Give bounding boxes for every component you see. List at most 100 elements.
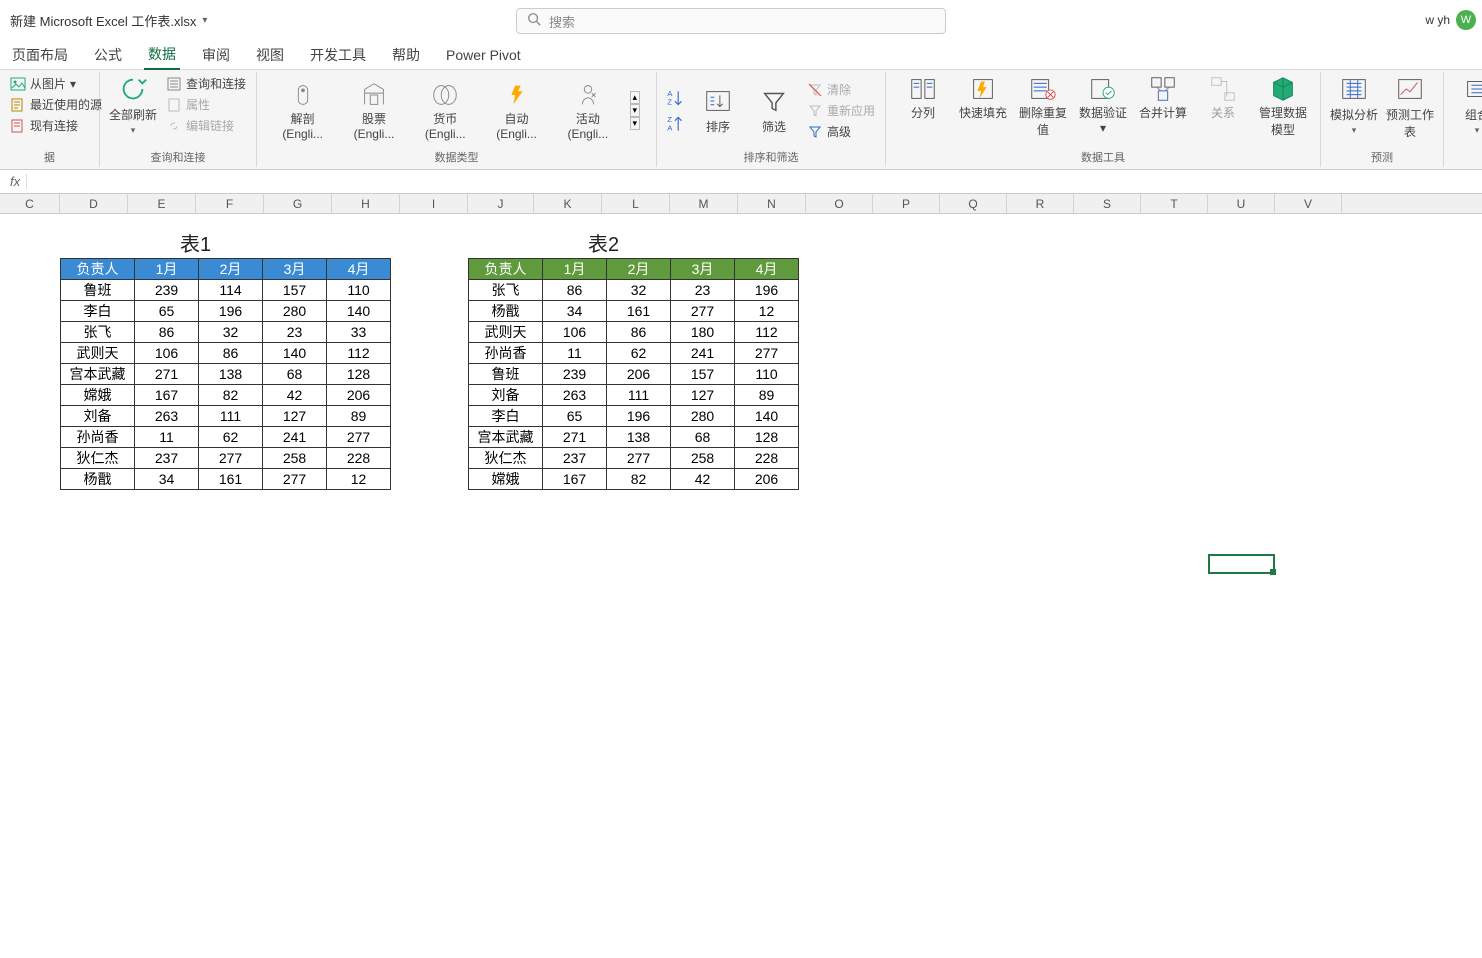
table-cell[interactable]: 128 [735,427,799,448]
search-box[interactable]: 搜索 [516,8,946,34]
table-cell[interactable]: 127 [263,406,327,427]
table-header[interactable]: 3月 [263,259,327,280]
table-cell[interactable]: 65 [135,301,199,322]
col-header-N[interactable]: N [738,194,806,213]
table-cell[interactable]: 277 [263,469,327,490]
table-cell[interactable]: 114 [199,280,263,301]
table-cell[interactable]: 鲁班 [61,280,135,301]
table-cell[interactable]: 86 [543,280,607,301]
datatype-1[interactable]: 股票 (Engli... [344,80,403,141]
col-header-M[interactable]: M [670,194,738,213]
forecast-sheet-button[interactable]: 预测工作表 [1385,74,1435,140]
table-cell[interactable]: 33 [327,322,391,343]
table-cell[interactable]: 34 [543,301,607,322]
table-cell[interactable]: 196 [735,280,799,301]
tab-帮助[interactable]: 帮助 [388,41,424,69]
datatype-more[interactable]: ▾ [630,117,641,130]
table-cell[interactable]: 狄仁杰 [469,448,543,469]
table-cell[interactable]: 34 [135,469,199,490]
tab-页面布局[interactable]: 页面布局 [8,41,72,69]
col-header-E[interactable]: E [128,194,196,213]
table-cell[interactable]: 孙尚香 [469,343,543,364]
table-cell[interactable]: 杨戬 [469,301,543,322]
table-cell[interactable]: 112 [735,322,799,343]
table-cell[interactable]: 161 [199,469,263,490]
from-picture-button[interactable]: 从图片 ▾ [8,74,104,93]
col-header-Q[interactable]: Q [940,194,1007,213]
table-cell[interactable]: 狄仁杰 [61,448,135,469]
table-cell[interactable]: 张飞 [469,280,543,301]
col-header-D[interactable]: D [60,194,128,213]
table-cell[interactable]: 68 [671,427,735,448]
table-cell[interactable]: 李白 [469,406,543,427]
datatype-3[interactable]: 自动 (Engli... [487,80,546,141]
col-header-T[interactable]: T [1141,194,1208,213]
table-cell[interactable]: 138 [607,427,671,448]
col-header-L[interactable]: L [602,194,670,213]
table-cell[interactable]: 62 [607,343,671,364]
tab-数据[interactable]: 数据 [144,40,180,70]
table-cell[interactable]: 167 [135,385,199,406]
table-cell[interactable]: 277 [327,427,391,448]
user-area[interactable]: w yh W [1425,10,1476,30]
table-cell[interactable]: 271 [135,364,199,385]
table-cell[interactable]: 106 [135,343,199,364]
table-cell[interactable]: 62 [199,427,263,448]
datatype-0[interactable]: 解剖 (Engli... [273,80,332,141]
table-cell[interactable]: 263 [135,406,199,427]
table-cell[interactable]: 12 [735,301,799,322]
table-cell[interactable]: 258 [671,448,735,469]
sort-az-icon[interactable]: AZ [665,87,687,109]
fill-handle[interactable] [1270,569,1276,575]
col-header-I[interactable]: I [400,194,468,213]
col-header-G[interactable]: G [264,194,332,213]
table-cell[interactable]: 杨戬 [61,469,135,490]
table-cell[interactable]: 68 [263,364,327,385]
tab-公式[interactable]: 公式 [90,41,126,69]
tab-视图[interactable]: 视图 [252,41,288,69]
col-header-V[interactable]: V [1275,194,1342,213]
table-cell[interactable]: 280 [263,301,327,322]
table-cell[interactable]: 65 [543,406,607,427]
table-cell[interactable]: 刘备 [61,406,135,427]
table-cell[interactable]: 106 [543,322,607,343]
table-header[interactable]: 4月 [735,259,799,280]
table-cell[interactable]: 140 [327,301,391,322]
table-header[interactable]: 1月 [135,259,199,280]
tab-开发工具[interactable]: 开发工具 [306,41,370,69]
recent-sources-button[interactable]: 最近使用的源 [8,95,104,114]
tab-Power Pivot[interactable]: Power Pivot [442,43,525,67]
table-cell[interactable]: 23 [263,322,327,343]
table-cell[interactable]: 112 [327,343,391,364]
col-header-P[interactable]: P [873,194,940,213]
table-cell[interactable]: 239 [543,364,607,385]
table-cell[interactable]: 111 [199,406,263,427]
flash-fill-button[interactable]: 快速填充 [954,74,1012,121]
table-header[interactable]: 2月 [607,259,671,280]
table-header[interactable]: 负责人 [61,259,135,280]
tab-审阅[interactable]: 审阅 [198,41,234,69]
whatif-button[interactable]: 模拟分析 ▾ [1329,74,1379,136]
datatype-up[interactable]: ▴ [630,91,641,104]
table-cell[interactable]: 42 [671,469,735,490]
col-header-C[interactable]: C [0,194,60,213]
table-cell[interactable]: 32 [199,322,263,343]
table-cell[interactable]: 206 [735,469,799,490]
table-cell[interactable]: 196 [607,406,671,427]
table-cell[interactable]: 11 [543,343,607,364]
datatype-2[interactable]: 货币 (Engli... [416,80,475,141]
table-header[interactable]: 4月 [327,259,391,280]
table-cell[interactable]: 武则天 [469,322,543,343]
table-cell[interactable]: 167 [543,469,607,490]
table-cell[interactable]: 86 [135,322,199,343]
existing-connections-button[interactable]: 现有连接 [8,116,104,135]
table-cell[interactable]: 82 [199,385,263,406]
col-header-U[interactable]: U [1208,194,1275,213]
col-header-S[interactable]: S [1074,194,1141,213]
table-cell[interactable]: 157 [671,364,735,385]
fx-icon[interactable]: fx [4,174,27,189]
table-cell[interactable]: 23 [671,280,735,301]
col-header-J[interactable]: J [468,194,534,213]
col-header-F[interactable]: F [196,194,264,213]
table-cell[interactable]: 206 [607,364,671,385]
